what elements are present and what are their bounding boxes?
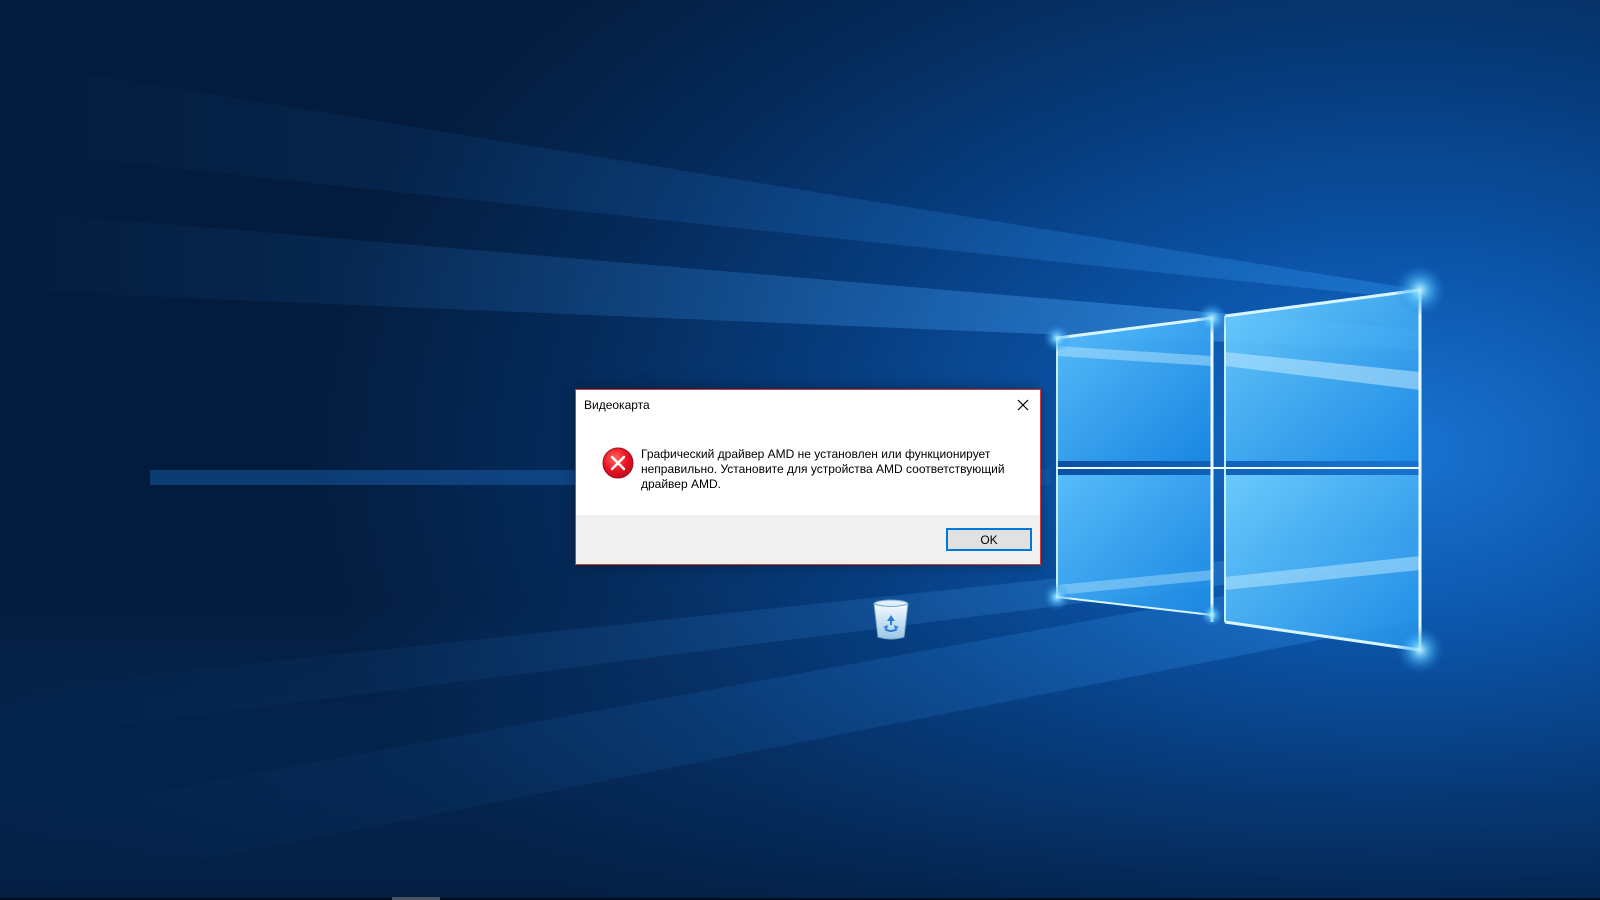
close-icon bbox=[1017, 399, 1029, 411]
dialog-message: Графический драйвер AMD не установлен ил… bbox=[641, 447, 1021, 492]
ok-button[interactable]: OK bbox=[946, 528, 1032, 551]
dialog-title: Видеокарта bbox=[584, 398, 650, 412]
message-line: Графический драйвер AMD не установлен ил… bbox=[641, 447, 991, 461]
dialog-titlebar[interactable]: Видеокарта bbox=[576, 390, 1040, 420]
recycle-bin-icon[interactable] bbox=[871, 597, 911, 641]
error-icon bbox=[602, 447, 634, 479]
close-button[interactable] bbox=[1006, 390, 1040, 420]
error-dialog: Видеокарта Графический драйвер AMD не ус… bbox=[575, 389, 1041, 565]
desktop: Видеокарта Графический драйвер AMD не ус… bbox=[0, 0, 1600, 900]
dialog-footer: OK bbox=[576, 515, 1040, 564]
message-line: драйвер AMD. bbox=[641, 477, 721, 491]
message-line: неправильно. Установите для устройства A… bbox=[641, 462, 1005, 476]
